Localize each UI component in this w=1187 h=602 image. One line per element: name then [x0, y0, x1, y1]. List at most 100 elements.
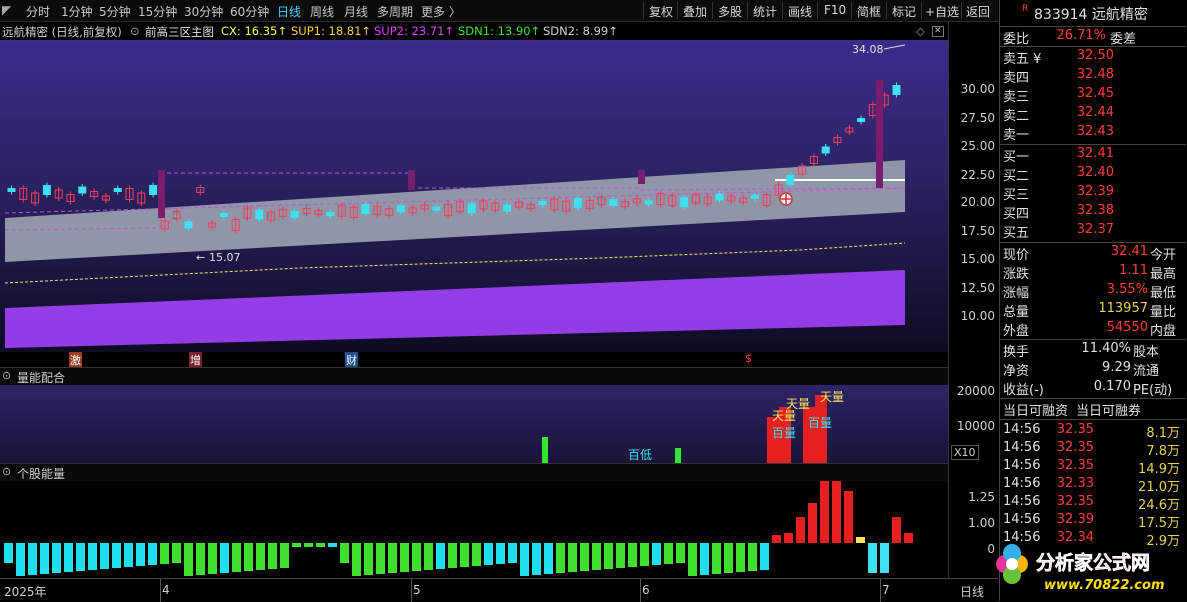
main-indicator-header: 远航精密 (日线,前复权) ⊙ 前高三区主图 CX: 16.35↑ SUP1: …	[0, 22, 948, 39]
event-marker-cai[interactable]: 财	[345, 352, 358, 368]
tab-period-daily[interactable]: 日线	[277, 3, 301, 20]
stock-code-name: 833914 远航精密	[1034, 7, 1148, 23]
flower-logo-icon	[996, 544, 1028, 584]
energy-bar	[244, 543, 253, 571]
tab-period-30min[interactable]: 30分钟	[184, 3, 223, 20]
bid-label: 买四	[1003, 207, 1030, 222]
tab-period-5min[interactable]: 5分钟	[99, 3, 131, 20]
stat-value: 1.11	[1119, 263, 1148, 278]
energy-bar	[712, 543, 721, 574]
energy-bar	[124, 543, 133, 567]
y-tick: 12.50	[960, 281, 995, 295]
spike-bar	[876, 80, 883, 188]
tab-period-weekly[interactable]: 周线	[310, 3, 334, 20]
y-tick: 22.50	[960, 168, 995, 182]
tick-time: 14:56	[1003, 458, 1041, 473]
diamond-icon[interactable]: ◇	[916, 24, 925, 38]
energy-bar	[232, 543, 241, 572]
tick-row: 14:56 32.35 8.1万	[1000, 422, 1186, 441]
energy-bar	[328, 543, 337, 547]
stats-button[interactable]: 统计	[753, 3, 777, 20]
menu-chevron-icon[interactable]: ◤	[2, 3, 11, 17]
y-tick: 15.00	[960, 252, 995, 266]
bid-label: 买一	[1003, 150, 1030, 165]
event-marker-zeng[interactable]: 增	[189, 352, 202, 368]
stat-value: 9.29	[1102, 360, 1131, 375]
bid-label: 买三	[1003, 188, 1030, 203]
vol-y-tick: 20000	[956, 384, 995, 398]
tab-period-60min[interactable]: 60分钟	[230, 3, 269, 20]
ask-price: 32.48	[1076, 67, 1114, 82]
quote-panel: R 833914 远航精密 委比 26.71% 委差 卖五 ¥ 32.50 卖四 32…	[999, 0, 1187, 601]
y-tick: 10.00	[960, 309, 995, 323]
volume-svg: 天量 天量 百量 百量 天量 百低	[542, 390, 844, 463]
energy-bar	[88, 543, 97, 570]
energy-bar	[892, 517, 901, 543]
site-watermark: 分析家公式网 www.70822.com	[978, 540, 1182, 598]
energy-bar	[76, 543, 85, 571]
ind2-bar-chart[interactable]	[0, 481, 948, 578]
stat-label-2: 今开	[1150, 248, 1177, 263]
event-marker-dollar[interactable]: $	[745, 352, 752, 365]
energy-bar	[544, 543, 553, 574]
draw-line-button[interactable]: 画线	[788, 3, 812, 20]
energy-bar	[196, 543, 205, 575]
tick-row: 14:56 32.35 7.8万	[1000, 440, 1186, 459]
period-toolbar: ◤ 分时 1分钟 5分钟 15分钟 30分钟 60分钟 日线 周线 月线 多周期…	[0, 0, 998, 22]
energy-bar	[520, 543, 529, 576]
tab-period-1min[interactable]: 1分钟	[61, 3, 93, 20]
sup2-value: SUP2: 23.71↑	[374, 24, 455, 38]
fuquan-button[interactable]: 复权	[649, 3, 673, 20]
formula-dropdown-icon[interactable]: ⊙	[130, 24, 140, 38]
stat-row: 现价 32.41 今开	[1000, 244, 1186, 263]
vol-annot: 天量	[820, 390, 844, 404]
bid-price: 32.37	[1076, 222, 1114, 237]
bid-price: 32.41	[1076, 146, 1114, 161]
multi-stock-button[interactable]: 多股	[718, 3, 742, 20]
stat-label: 换手	[1003, 345, 1030, 360]
tab-period-fenshi[interactable]: 分时	[26, 3, 50, 20]
back-button[interactable]: 返回	[966, 3, 990, 20]
formula-name[interactable]: 前高三区主图	[145, 24, 214, 40]
volume-panel-title[interactable]: 量能配合	[17, 369, 65, 386]
ind2-panel-title[interactable]: 个股能量	[17, 465, 65, 482]
tab-period-15min[interactable]: 15分钟	[138, 3, 177, 20]
date-label: 6	[642, 583, 650, 597]
ask-row: 卖五 ¥ 32.50	[1000, 48, 1186, 67]
stat-value: 54550	[1106, 320, 1148, 335]
stat-row: 外盘 54550 内盘	[1000, 320, 1186, 339]
low-price-label: 15.07	[209, 251, 241, 264]
vol-unit-badge: X10	[951, 445, 979, 460]
energy-bar	[856, 537, 865, 543]
stat-label: 收益(-)	[1003, 383, 1044, 398]
add-watchlist-button[interactable]: +自选	[925, 3, 959, 20]
energy-bar	[376, 543, 385, 574]
tab-period-monthly[interactable]: 月线	[344, 3, 368, 20]
simple-frame-button[interactable]: 简框	[857, 3, 881, 20]
energy-bar	[100, 543, 109, 569]
energy-bar	[832, 481, 841, 543]
stat-value: 32.41	[1110, 244, 1148, 259]
energy-bar	[904, 533, 913, 543]
tab-period-more[interactable]: 更多 〉	[421, 3, 461, 20]
main-kline-chart[interactable]: 34.08 ← 15.07	[0, 40, 948, 352]
panel-collapse-icon[interactable]: ⊙	[2, 369, 11, 382]
mark-button[interactable]: 标记	[892, 3, 916, 20]
stat-label-2: PE(动)	[1133, 383, 1173, 398]
overlay-button[interactable]: 叠加	[683, 3, 707, 20]
cx-value: CX: 16.35↑	[221, 24, 287, 38]
tick-time: 14:56	[1003, 476, 1041, 491]
panel-collapse-icon[interactable]: ⊙	[2, 465, 11, 478]
tick-time: 14:56	[1003, 512, 1041, 527]
tick-row: 14:56 32.35 24.6万	[1000, 494, 1186, 513]
margin-row: 当日可融资 当日可融券	[1003, 404, 1142, 419]
ask-price: 32.45	[1076, 86, 1114, 101]
volume-chart[interactable]: 天量 天量 百量 百量 天量 百低	[0, 385, 948, 463]
stat-value: 0.170	[1093, 379, 1131, 394]
f10-button[interactable]: F10	[824, 3, 846, 17]
event-marker-ji[interactable]: 激	[69, 352, 82, 368]
sdn1-value: SDN1: 13.90↑	[458, 24, 541, 38]
sdn2-value: SDN2: 8.99↑	[543, 24, 618, 38]
tab-period-multi[interactable]: 多周期	[377, 3, 413, 20]
close-icon[interactable]: ✕	[932, 26, 944, 37]
